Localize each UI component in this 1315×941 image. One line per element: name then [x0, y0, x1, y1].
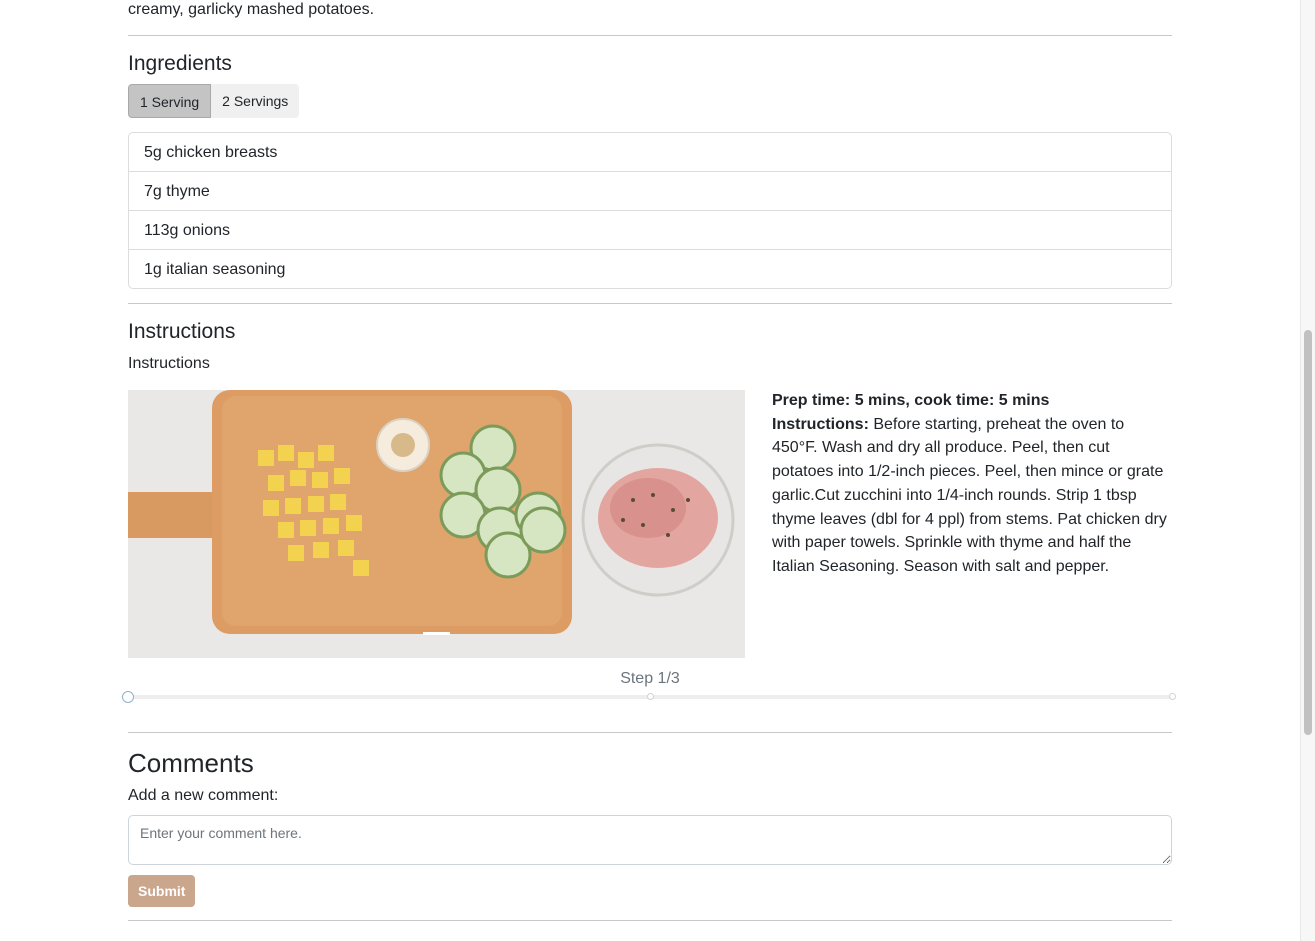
- scrollbar-thumb[interactable]: [1304, 330, 1312, 735]
- step-photo: [128, 390, 745, 658]
- divider: [128, 35, 1172, 36]
- step-photo-illustration: [128, 390, 745, 658]
- ingredient-item: 7g thyme: [129, 171, 1171, 210]
- page-scrollbar[interactable]: [1300, 0, 1315, 941]
- ingredient-item: 1g italian seasoning: [129, 249, 1171, 288]
- ingredient-item: 5g chicken breasts: [144, 144, 278, 161]
- ingredients-title: Ingredients: [128, 52, 232, 75]
- step-time: Prep time: 5 mins, cook time: 5 mins: [772, 392, 1050, 409]
- serving-toggle: 1 Serving 2 Servings: [128, 84, 300, 118]
- serving-option-1[interactable]: 1 Serving: [128, 84, 212, 118]
- ingredient-item: 113g onions: [129, 210, 1171, 249]
- step-dot-2[interactable]: [647, 693, 654, 700]
- step-instructions-label: Instructions:: [772, 415, 869, 433]
- step-indicator: Step 1/3: [620, 670, 680, 687]
- instructions-subtitle: Instructions: [128, 355, 210, 372]
- recipe-description: creamy, garlicky mashed potatoes.: [128, 1, 375, 18]
- comments-title: Comments: [128, 748, 254, 778]
- step-dot-1[interactable]: [122, 691, 134, 703]
- ingredient-list: 5g chicken breasts 7g thyme 113g onions …: [128, 132, 1172, 289]
- step-dot-3[interactable]: [1169, 693, 1176, 700]
- divider: [128, 303, 1172, 304]
- step-instructions-text: Before starting, preheat the oven to 450…: [772, 415, 1167, 575]
- add-comment-label: Add a new comment:: [128, 787, 279, 804]
- step-progress-slider[interactable]: [122, 691, 1176, 703]
- comment-input[interactable]: [128, 815, 1172, 865]
- serving-option-2[interactable]: 2 Servings: [211, 84, 300, 118]
- instructions-title: Instructions: [128, 320, 236, 343]
- divider: [128, 732, 1172, 733]
- submit-button[interactable]: Submit: [128, 875, 196, 907]
- step-description: Prep time: 5 mins, cook time: 5 mins Ins…: [772, 389, 1172, 579]
- divider: [128, 920, 1172, 921]
